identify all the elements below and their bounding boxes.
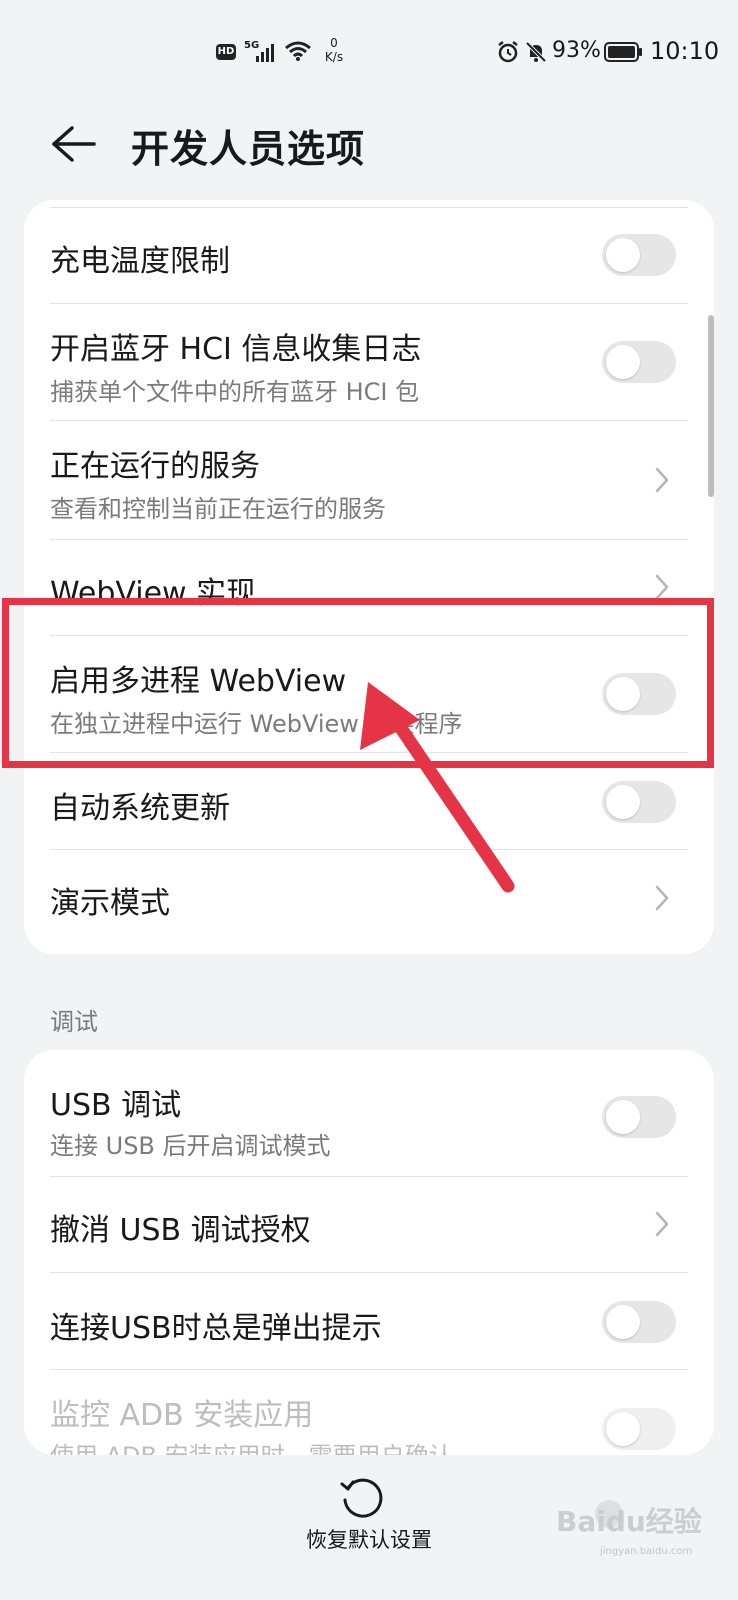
- back-arrow-icon[interactable]: [50, 124, 96, 164]
- clock: 10:10: [650, 37, 720, 65]
- toggle-switch[interactable]: [602, 1301, 676, 1343]
- speed-value: 0: [330, 36, 338, 50]
- setting-usb-debugging[interactable]: USB 调试 连接 USB 后开启调试模式: [24, 1050, 714, 1176]
- toggle-switch[interactable]: [602, 234, 676, 276]
- chevron-right-icon: [655, 885, 669, 911]
- row-subtitle: 连接 USB 后开启调试模式: [50, 1132, 331, 1160]
- status-bar: HD 5G 0 K/s 93% 10:10: [0, 0, 738, 100]
- row-title: USB 调试: [50, 1088, 182, 1123]
- toggle-switch[interactable]: [602, 1408, 676, 1450]
- watermark-domain: jingyan.baidu.com: [600, 1546, 693, 1557]
- row-title: 监控 ADB 安装应用: [50, 1398, 314, 1433]
- setting-running-services[interactable]: 正在运行的服务 查看和控制当前正在运行的服务: [24, 421, 714, 539]
- toggle-switch[interactable]: [602, 781, 676, 823]
- row-title: 自动系统更新: [50, 791, 230, 826]
- restore-icon[interactable]: [338, 1474, 384, 1520]
- mute-bell-icon: [525, 41, 547, 63]
- setting-charge-temp-limit[interactable]: 充电温度限制: [24, 208, 714, 303]
- page-title: 开发人员选项: [131, 127, 366, 171]
- battery-percent: 93%: [552, 38, 601, 63]
- developer-options-card: 充电温度限制 开启蓝牙 HCI 信息收集日志 捕获单个文件中的所有蓝牙 HCI …: [24, 200, 714, 954]
- alarm-icon: [498, 41, 518, 63]
- row-title: 连接USB时总是弹出提示: [50, 1311, 382, 1346]
- setting-usb-connect-prompt[interactable]: 连接USB时总是弹出提示: [24, 1273, 714, 1369]
- chevron-right-icon: [655, 1211, 669, 1237]
- row-title: 正在运行的服务: [50, 449, 260, 484]
- signal-icon: [256, 44, 274, 62]
- wifi-icon: [285, 41, 311, 61]
- row-subtitle: 查看和控制当前正在运行的服务: [50, 495, 386, 523]
- toggle-switch[interactable]: [602, 1096, 676, 1138]
- row-title: 撤消 USB 调试授权: [50, 1213, 311, 1248]
- row-subtitle: 捕获单个文件中的所有蓝牙 HCI 包: [50, 378, 420, 406]
- debug-card: USB 调试 连接 USB 后开启调试模式 撤消 USB 调试授权 连接USB时…: [24, 1050, 714, 1455]
- speed-unit: K/s: [324, 50, 344, 64]
- row-title: 充电温度限制: [50, 244, 230, 279]
- section-label-debug: 调试: [50, 1008, 98, 1036]
- watermark-text: Baidu经验: [556, 1505, 702, 1538]
- scrollbar[interactable]: [708, 315, 714, 497]
- chevron-right-icon: [655, 467, 669, 493]
- row-subtitle: 使用 ADB 安装应用时，需要用户确认: [50, 1436, 453, 1455]
- battery-icon: [604, 42, 642, 62]
- row-title: 开启蓝牙 HCI 信息收集日志: [50, 332, 422, 367]
- setting-demo-mode[interactable]: 演示模式: [24, 850, 714, 950]
- setting-bluetooth-hci-log[interactable]: 开启蓝牙 HCI 信息收集日志 捕获单个文件中的所有蓝牙 HCI 包: [24, 304, 714, 420]
- hd-voice-icon: HD: [216, 44, 236, 60]
- setting-monitor-adb-install[interactable]: 监控 ADB 安装应用 使用 ADB 安装应用时，需要用户确认: [24, 1370, 714, 1455]
- toggle-switch[interactable]: [602, 341, 676, 383]
- chevron-right-icon: [655, 574, 669, 600]
- setting-revoke-usb-auth[interactable]: 撤消 USB 调试授权: [24, 1177, 714, 1272]
- network-speed: 0 K/s: [318, 36, 350, 64]
- annotation-highlight-box: [2, 598, 714, 768]
- row-title: 演示模式: [50, 886, 170, 921]
